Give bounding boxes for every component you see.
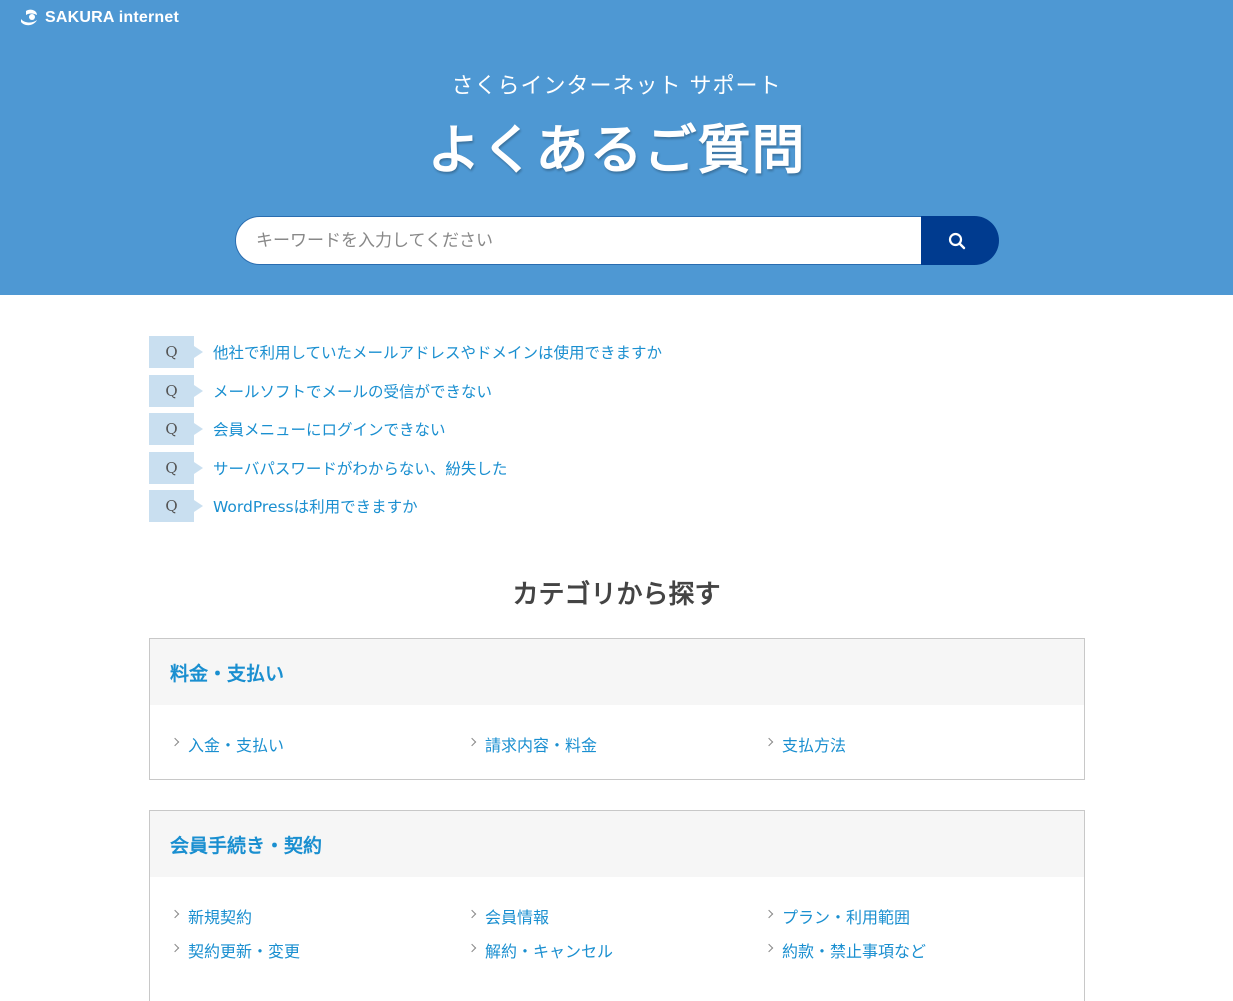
category-link[interactable]: 解約・キャンセル	[467, 933, 766, 967]
category-link-label: プラン・利用範囲	[782, 908, 911, 927]
q-badge: Q	[149, 413, 203, 445]
categories-heading: カテゴリから探す	[512, 580, 721, 610]
category-links: 新規契約 会員情報 プラン・利用範囲 契約更新・変更 解約・キャンセル 約款・禁…	[150, 877, 1084, 967]
hero-header: SAKURA internet さくらインターネット サポート よくあるご質問	[0, 0, 1233, 295]
faq-link[interactable]: サーバパスワードがわからない、紛失した	[213, 457, 507, 479]
faq-link[interactable]: WordPressは利用できますか	[213, 495, 418, 517]
category-link[interactable]: 支払方法	[764, 727, 1063, 761]
chevron-right-icon	[467, 943, 477, 953]
chevron-right-icon	[764, 909, 774, 919]
chevron-right-icon	[467, 909, 477, 919]
category-link-label: 会員情報	[485, 908, 550, 927]
faq-link[interactable]: 他社で利用していたメールアドレスやドメインは使用できますか	[213, 341, 662, 363]
search-icon	[948, 232, 966, 249]
faq-item: Q メールソフトでメールの受信ができない	[149, 374, 662, 407]
faq-item: Q WordPressは利用できますか	[149, 490, 662, 522]
category-link-label: 支払方法	[782, 736, 847, 755]
chevron-right-icon	[467, 737, 477, 747]
page-title: よくあるご質問	[427, 120, 806, 181]
search-input[interactable]	[235, 216, 921, 265]
faq-item: Q 他社で利用していたメールアドレスやドメインは使用できますか	[149, 336, 662, 368]
faq-link[interactable]: 会員メニューにログインできない	[213, 418, 446, 440]
category-title[interactable]: 料金・支払い	[150, 639, 1084, 705]
sakura-logo-icon	[21, 9, 37, 26]
category-link[interactable]: 会員情報	[467, 899, 766, 933]
category-link[interactable]: 約款・禁止事項など	[764, 933, 1063, 967]
search-button[interactable]	[921, 216, 999, 265]
chevron-right-icon	[170, 737, 180, 747]
category-link[interactable]: 請求内容・料金	[467, 727, 766, 761]
category-link-label: 請求内容・料金	[485, 736, 598, 755]
category-link[interactable]: プラン・利用範囲	[764, 899, 1063, 933]
category-link[interactable]: 契約更新・変更	[170, 933, 469, 967]
category-link[interactable]: 入金・支払い	[170, 727, 469, 761]
category-title[interactable]: 会員手続き・契約	[150, 811, 1084, 877]
chevron-right-icon	[170, 909, 180, 919]
page-subtitle: さくらインターネット サポート	[451, 74, 782, 99]
faq-item: Q 会員メニューにログインできない	[149, 413, 662, 445]
category-box-billing: 料金・支払い 入金・支払い 請求内容・料金 支払方法	[149, 638, 1085, 780]
category-link-label: 新規契約	[188, 908, 253, 927]
chevron-right-icon	[170, 943, 180, 953]
category-link-label: 約款・禁止事項など	[782, 942, 927, 961]
sakura-logo[interactable]: SAKURA internet	[20, 9, 179, 27]
category-link[interactable]: 新規契約	[170, 899, 469, 933]
faq-link[interactable]: メールソフトでメールの受信ができない	[213, 380, 492, 402]
search-bar	[235, 216, 999, 265]
q-badge: Q	[149, 451, 203, 484]
chevron-right-icon	[764, 943, 774, 953]
q-badge: Q	[149, 336, 203, 368]
category-link-label: 解約・キャンセル	[485, 942, 614, 961]
category-link-label: 入金・支払い	[188, 736, 285, 755]
faq-item: Q サーバパスワードがわからない、紛失した	[149, 451, 662, 484]
chevron-right-icon	[764, 737, 774, 747]
category-box-membership: 会員手続き・契約 新規契約 会員情報 プラン・利用範囲 契約更新・変更 解約・キ…	[149, 810, 1085, 1001]
logo-text: SAKURA internet	[45, 9, 179, 26]
faq-list: Q 他社で利用していたメールアドレスやドメインは使用できますか Q メールソフト…	[149, 336, 662, 529]
q-badge: Q	[149, 490, 203, 522]
category-links: 入金・支払い 請求内容・料金 支払方法	[150, 705, 1084, 761]
q-badge: Q	[149, 374, 203, 407]
category-link-label: 契約更新・変更	[188, 942, 301, 961]
